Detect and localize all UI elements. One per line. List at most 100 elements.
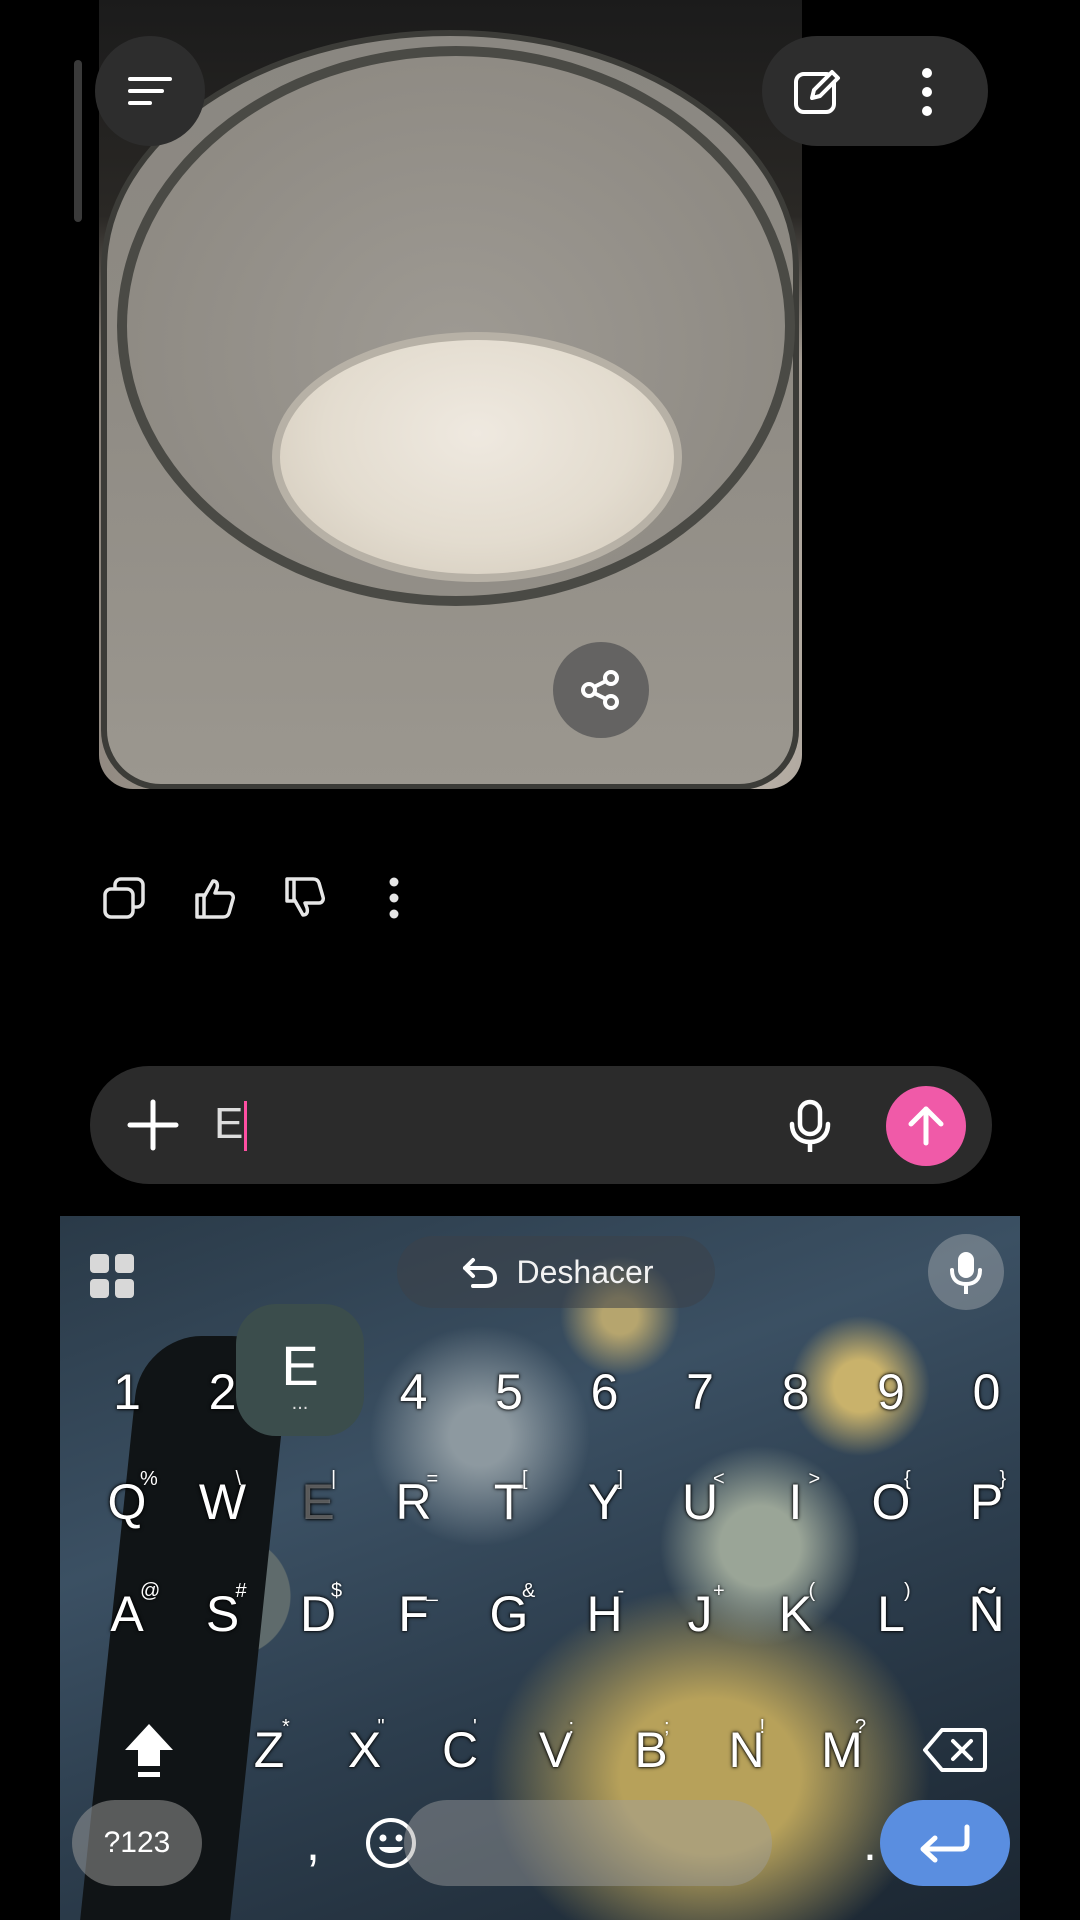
key-hint-3: | <box>331 1468 337 1490</box>
undo-icon <box>462 1258 497 1288</box>
backspace-key[interactable] <box>910 1702 1000 1798</box>
key-hint-7: ? <box>855 1716 867 1738</box>
key-7[interactable]: 7 <box>655 1344 745 1440</box>
shift-icon <box>125 1724 173 1777</box>
key-m[interactable]: M <box>797 1702 887 1798</box>
enter-key[interactable] <box>880 1800 1010 1886</box>
keyboard: Deshacer 1234567890 Q%W\E|R=T[Y]U<I>O{P}… <box>60 1216 1020 1920</box>
key-h[interactable]: H <box>560 1566 650 1662</box>
key-d[interactable]: D <box>273 1566 363 1662</box>
shift-key[interactable] <box>104 1702 194 1798</box>
key-ñ[interactable]: Ñ <box>942 1566 1021 1662</box>
key-e[interactable]: E <box>273 1454 363 1550</box>
plus-icon[interactable] <box>126 1098 180 1152</box>
key-u[interactable]: U <box>655 1454 745 1550</box>
key-hint-7: < <box>713 1468 725 1490</box>
key-4[interactable]: 4 <box>369 1344 459 1440</box>
key-f[interactable]: F <box>369 1566 459 1662</box>
key-x[interactable]: X <box>320 1702 410 1798</box>
top-actions-pill <box>762 36 988 146</box>
key-hint-3: $ <box>331 1580 343 1602</box>
copy-icon <box>103 877 145 919</box>
copy-button[interactable] <box>96 870 152 926</box>
menu-button[interactable] <box>95 36 205 146</box>
key-hint-5: ; <box>664 1716 670 1738</box>
key-8[interactable]: 8 <box>751 1344 841 1440</box>
key-hint-4: = <box>426 1468 439 1490</box>
message-input-text: E <box>214 1099 244 1148</box>
key-k[interactable]: K <box>751 1566 841 1662</box>
key-hint-4: : <box>568 1716 575 1738</box>
key-z[interactable]: Z <box>224 1702 314 1798</box>
key-v[interactable]: V <box>511 1702 601 1798</box>
arrow-up-icon <box>908 1106 944 1146</box>
key-0[interactable]: 0 <box>942 1344 1021 1440</box>
key-s[interactable]: S <box>178 1566 268 1662</box>
mic-icon <box>950 1252 982 1294</box>
key-j[interactable]: J <box>655 1566 745 1662</box>
key-hint-9: ) <box>904 1580 911 1602</box>
apps-grid-icon[interactable] <box>88 1252 136 1300</box>
comma-key[interactable]: , <box>268 1800 358 1886</box>
key-6[interactable]: 6 <box>560 1344 650 1440</box>
key-o[interactable]: O <box>846 1454 936 1550</box>
key-hint-2: # <box>235 1580 247 1602</box>
mic-icon[interactable] <box>780 1096 840 1156</box>
key-r[interactable]: R <box>369 1454 459 1550</box>
generated-image[interactable] <box>99 0 802 789</box>
key-preview-more-indicator: ... <box>291 1391 309 1414</box>
key-w[interactable]: W <box>178 1454 268 1550</box>
key-hint-2: " <box>377 1716 385 1738</box>
key-t[interactable]: T <box>464 1454 554 1550</box>
key-hint-3: ' <box>473 1716 477 1738</box>
key-b[interactable]: B <box>606 1702 696 1798</box>
message-composer[interactable]: E <box>90 1066 992 1184</box>
key-preview-popup: E ... <box>236 1304 364 1436</box>
key-hint-5: & <box>522 1580 536 1602</box>
share-icon <box>581 670 619 710</box>
key-hint-2: \ <box>235 1468 242 1490</box>
share-button[interactable] <box>553 642 649 738</box>
more-actions-button[interactable] <box>366 870 422 926</box>
key-p[interactable]: P <box>942 1454 1021 1550</box>
key-hint-5: [ <box>522 1468 528 1490</box>
key-hint-1: * <box>282 1716 290 1738</box>
scroll-indicator[interactable] <box>74 60 82 222</box>
undo-button[interactable]: Deshacer <box>397 1236 715 1308</box>
key-hint-8: > <box>808 1468 821 1490</box>
key-hint-1: @ <box>140 1580 161 1602</box>
like-button[interactable] <box>186 870 242 926</box>
more-vert-icon[interactable] <box>912 64 942 120</box>
send-button[interactable] <box>886 1086 966 1166</box>
key-hint-6: - <box>617 1580 625 1602</box>
thumb-up-icon <box>195 879 235 919</box>
more-vert-icon <box>389 877 399 919</box>
key-q[interactable]: Q <box>82 1454 172 1550</box>
key-preview-letter: E <box>281 1333 319 1397</box>
key-i[interactable]: I <box>751 1454 841 1550</box>
key-5[interactable]: 5 <box>464 1344 554 1440</box>
key-y[interactable]: Y <box>560 1454 650 1550</box>
undo-label: Deshacer <box>516 1253 654 1290</box>
edit-icon[interactable] <box>790 64 846 120</box>
message-input[interactable]: E <box>214 1094 248 1154</box>
key-hint-1: % <box>140 1468 158 1490</box>
key-9[interactable]: 9 <box>846 1344 936 1440</box>
key-hint-4: _ <box>426 1580 438 1602</box>
thumb-down-icon <box>285 877 325 917</box>
keyboard-toolbar: Deshacer <box>60 1216 1020 1324</box>
dislike-button[interactable] <box>276 870 332 926</box>
key-hint-7: + <box>713 1580 725 1602</box>
key-hint-9: { <box>904 1468 911 1490</box>
text-caret <box>244 1101 248 1152</box>
menu-icon <box>128 77 172 105</box>
key-c[interactable]: C <box>415 1702 505 1798</box>
key-1[interactable]: 1 <box>82 1344 172 1440</box>
key-l[interactable]: L <box>846 1566 936 1662</box>
key-hint-10: } <box>999 1468 1007 1490</box>
key-g[interactable]: G <box>464 1566 554 1662</box>
space-key[interactable] <box>404 1800 772 1886</box>
voice-input-button[interactable] <box>928 1234 1004 1310</box>
symbols-key[interactable]: ?123 <box>72 1800 202 1886</box>
key-n[interactable]: N <box>702 1702 792 1798</box>
